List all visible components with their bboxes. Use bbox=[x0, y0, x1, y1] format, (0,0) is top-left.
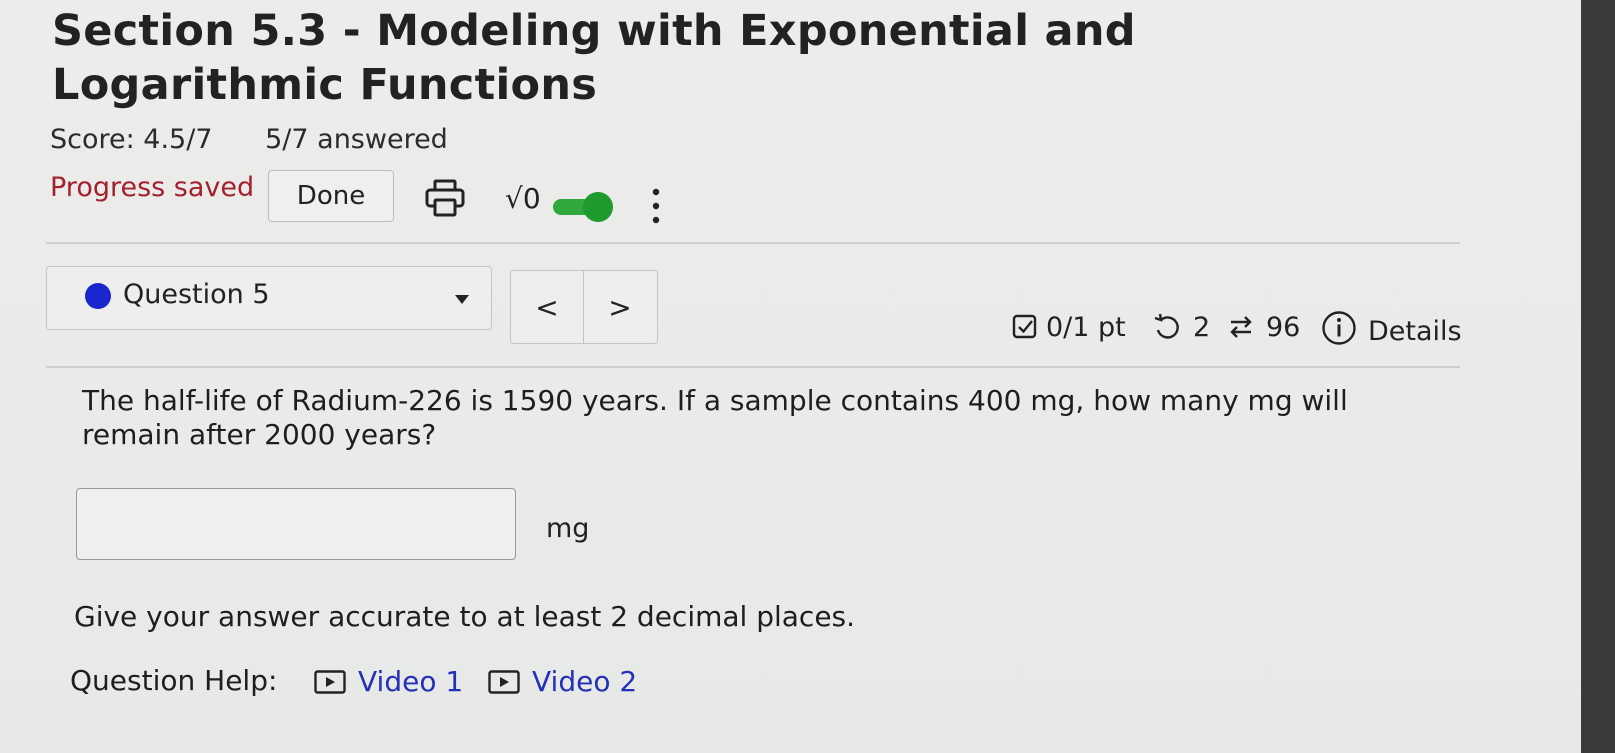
answer-input[interactable] bbox=[76, 488, 516, 560]
math-keyboard-icon: √0 bbox=[505, 182, 541, 215]
progress-status: Progress saved bbox=[50, 172, 255, 203]
chevron-down-icon bbox=[455, 295, 469, 304]
toggle-knob bbox=[583, 192, 613, 222]
video-2-label: Video 2 bbox=[532, 665, 638, 698]
math-keyboard-toggle[interactable] bbox=[553, 192, 613, 226]
video-play-icon bbox=[488, 670, 520, 694]
video-play-icon bbox=[314, 670, 346, 694]
points-value: 0/1 pt bbox=[1046, 312, 1126, 343]
done-button[interactable]: Done bbox=[268, 170, 394, 222]
answer-hint: Give your answer accurate to at least 2 … bbox=[74, 600, 856, 633]
score-summary: Score: 4.5/7 5/7 answered bbox=[50, 124, 492, 155]
video-1-label: Video 1 bbox=[358, 665, 464, 698]
refresh-arrows-icon bbox=[1230, 316, 1252, 338]
checkbox-icon bbox=[1012, 314, 1037, 339]
question-selector[interactable]: Question 5 bbox=[46, 266, 492, 330]
window-edge bbox=[1581, 0, 1615, 753]
answered-count: 5/7 answered bbox=[265, 124, 448, 155]
more-vertical-icon[interactable] bbox=[650, 186, 662, 226]
retry-icon bbox=[1154, 313, 1179, 339]
problem-text: The half-life of Radium-226 is 1590 year… bbox=[82, 384, 1348, 451]
question-status-dot bbox=[85, 283, 111, 309]
header-divider bbox=[46, 242, 1460, 244]
question-nav-buttons: < > bbox=[510, 270, 658, 344]
retries-value: 2 bbox=[1193, 312, 1211, 343]
next-question-button[interactable]: > bbox=[584, 271, 656, 343]
question-help-label: Question Help: bbox=[70, 664, 278, 697]
question-selector-label: Question 5 bbox=[123, 279, 270, 310]
page-title: Section 5.3 - Modeling with Exponential … bbox=[52, 6, 1136, 110]
details-link[interactable]: Details bbox=[1368, 316, 1462, 356]
score-text: Score: 4.5/7 bbox=[50, 124, 213, 155]
info-icon[interactable] bbox=[1321, 310, 1357, 346]
print-icon[interactable] bbox=[424, 178, 466, 218]
question-divider bbox=[46, 366, 1460, 368]
attempts-value: 96 bbox=[1266, 312, 1301, 343]
assignment-page: Section 5.3 - Modeling with Exponential … bbox=[0, 0, 1581, 753]
answer-unit: mg bbox=[546, 513, 590, 544]
previous-question-button[interactable]: < bbox=[511, 271, 583, 343]
